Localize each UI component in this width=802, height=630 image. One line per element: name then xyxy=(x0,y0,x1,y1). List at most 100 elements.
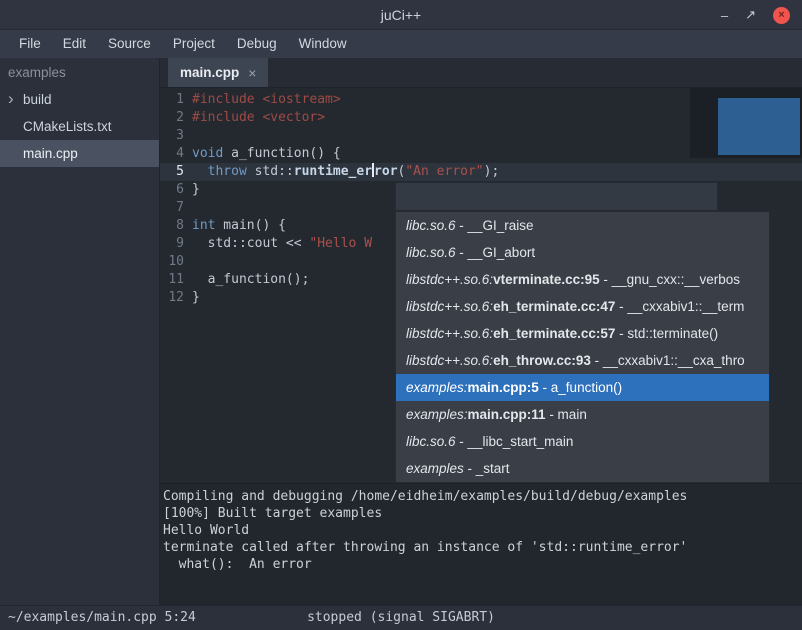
backtrace-function: - __cxxabiv1::__term xyxy=(615,299,744,314)
backtrace-function: - __GI_raise xyxy=(456,218,534,233)
menu-bar: FileEditSourceProjectDebugWindow xyxy=(0,30,802,58)
code-segment: ror xyxy=(374,164,397,179)
output-line: Compiling and debugging /home/eidheim/ex… xyxy=(163,488,802,505)
code-segment xyxy=(192,164,208,179)
backtrace-item[interactable]: libc.so.6 - __GI_abort xyxy=(396,239,769,266)
code-text xyxy=(190,199,192,217)
menu-item-file[interactable]: File xyxy=(8,30,52,58)
window-controls: – ↗ × xyxy=(721,0,790,30)
code-segment: main() { xyxy=(215,218,285,233)
code-segment: std:: xyxy=(247,164,294,179)
chevron-right-icon[interactable]: › xyxy=(8,86,14,111)
tree-item-build[interactable]: ›build xyxy=(0,86,159,113)
code-segment: "Hello W xyxy=(309,236,372,251)
code-text: #include <vector> xyxy=(190,109,325,127)
line-number: 7 xyxy=(160,199,190,217)
code-text: a_function(); xyxy=(190,271,309,289)
tree-item-label: main.cpp xyxy=(0,146,78,161)
line-number: 10 xyxy=(160,253,190,271)
code-segment: } xyxy=(192,290,200,305)
menu-item-project[interactable]: Project xyxy=(162,30,226,58)
tab-label: main.cpp xyxy=(180,65,239,80)
backtrace-function: - __libc_start_main xyxy=(456,434,574,449)
code-text xyxy=(190,253,192,271)
code-segment: "An error" xyxy=(405,164,483,179)
overview-minimap[interactable] xyxy=(690,88,802,158)
backtrace-item[interactable]: examples:main.cpp:11 - main xyxy=(396,401,769,428)
output-terminal[interactable]: Compiling and debugging /home/eidheim/ex… xyxy=(160,483,802,605)
close-button[interactable]: × xyxy=(773,7,790,24)
backtrace-item[interactable]: examples - _start xyxy=(396,455,769,482)
tree-item-main-cpp[interactable]: main.cpp xyxy=(0,140,159,167)
output-line: terminate called after throwing an insta… xyxy=(163,539,802,556)
backtrace-module: libc.so.6 xyxy=(406,434,456,449)
file-tree-sidebar: examples ›build CMakeLists.txt main.cpp xyxy=(0,58,160,605)
code-text: throw std::runtime_error("An error"); xyxy=(190,163,499,181)
backtrace-item[interactable]: libstdc++.so.6:eh_terminate.cc:47 - __cx… xyxy=(396,293,769,320)
code-segment: a_function() { xyxy=(223,146,340,161)
backtrace-module: examples: xyxy=(406,407,468,422)
backtrace-item[interactable]: libc.so.6 - __libc_start_main xyxy=(396,428,769,455)
tab-main-cpp[interactable]: main.cpp × xyxy=(168,58,268,87)
code-text: std::cout << "Hello W xyxy=(190,235,372,253)
menu-item-window[interactable]: Window xyxy=(288,30,358,58)
backtrace-item[interactable]: libstdc++.so.6:vterminate.cc:95 - __gnu_… xyxy=(396,266,769,293)
line-number: 5 xyxy=(160,163,190,181)
popup-header-strip xyxy=(395,182,718,211)
backtrace-function: - main xyxy=(546,407,587,422)
backtrace-item[interactable]: libstdc++.so.6:eh_terminate.cc:57 - std:… xyxy=(396,320,769,347)
backtrace-module: examples xyxy=(406,461,464,476)
backtrace-location: vterminate.cc:95 xyxy=(493,272,600,287)
output-line: what(): An error xyxy=(163,556,802,573)
code-segment: void xyxy=(192,146,223,161)
juci-window: juCi++ – ↗ × FileEditSourceProjectDebugW… xyxy=(0,0,802,630)
code-segment: a_function(); xyxy=(192,272,309,287)
backtrace-location: eh_terminate.cc:57 xyxy=(493,326,615,341)
code-text: #include <iostream> xyxy=(190,91,341,109)
backtrace-item[interactable]: libc.so.6 - __GI_raise xyxy=(396,212,769,239)
tree-item-cmakelists-txt[interactable]: CMakeLists.txt xyxy=(0,113,159,140)
line-number: 12 xyxy=(160,289,190,307)
project-name-header: examples xyxy=(0,58,159,86)
backtrace-module: examples: xyxy=(406,380,468,395)
minimize-button[interactable]: – xyxy=(721,8,728,23)
source-editor[interactable]: 1#include <iostream>2#include <vector>34… xyxy=(160,88,802,483)
minimap-visible-region[interactable] xyxy=(718,98,800,155)
menu-item-source[interactable]: Source xyxy=(97,30,162,58)
line-number: 4 xyxy=(160,145,190,163)
editor-pane: main.cpp × 1#include <iostream>2#include… xyxy=(160,58,802,605)
line-number: 2 xyxy=(160,109,190,127)
tree-item-label: CMakeLists.txt xyxy=(0,119,112,134)
line-number: 3 xyxy=(160,127,190,145)
code-segment: } xyxy=(192,182,200,197)
backtrace-popup: libc.so.6 - __GI_raiselibc.so.6 - __GI_a… xyxy=(395,211,770,483)
line-number: 6 xyxy=(160,181,190,199)
backtrace-module: libc.so.6 xyxy=(406,218,456,233)
backtrace-module: libstdc++.so.6: xyxy=(406,299,493,314)
backtrace-item[interactable]: examples:main.cpp:5 - a_function() xyxy=(396,374,769,401)
backtrace-item[interactable]: libstdc++.so.6:eh_throw.cc:93 - __cxxabi… xyxy=(396,347,769,374)
line-number: 1 xyxy=(160,91,190,109)
backtrace-function: - __cxxabiv1::__cxa_thro xyxy=(591,353,745,368)
backtrace-module: libstdc++.so.6: xyxy=(406,353,493,368)
code-text: } xyxy=(190,289,200,307)
tab-close-icon[interactable]: × xyxy=(248,65,256,81)
tab-bar: main.cpp × xyxy=(160,58,802,88)
backtrace-module: libstdc++.so.6: xyxy=(406,272,493,287)
backtrace-location: main.cpp:11 xyxy=(468,407,546,422)
backtrace-function: - __GI_abort xyxy=(456,245,536,260)
window-title: juCi++ xyxy=(381,7,421,23)
code-segment: throw xyxy=(208,164,247,179)
menu-item-edit[interactable]: Edit xyxy=(52,30,97,58)
code-line[interactable]: 5 throw std::runtime_error("An error"); xyxy=(160,163,802,181)
backtrace-location: eh_throw.cc:93 xyxy=(493,353,591,368)
code-text: void a_function() { xyxy=(190,145,341,163)
code-text: int main() { xyxy=(190,217,286,235)
restore-button[interactable]: ↗ xyxy=(745,7,756,23)
output-line: Hello World xyxy=(163,522,802,539)
code-segment: ); xyxy=(484,164,500,179)
backtrace-module: libstdc++.so.6: xyxy=(406,326,493,341)
backtrace-function: - __gnu_cxx::__verbos xyxy=(600,272,740,287)
code-segment: runtime_er xyxy=(294,164,372,179)
menu-item-debug[interactable]: Debug xyxy=(226,30,288,58)
